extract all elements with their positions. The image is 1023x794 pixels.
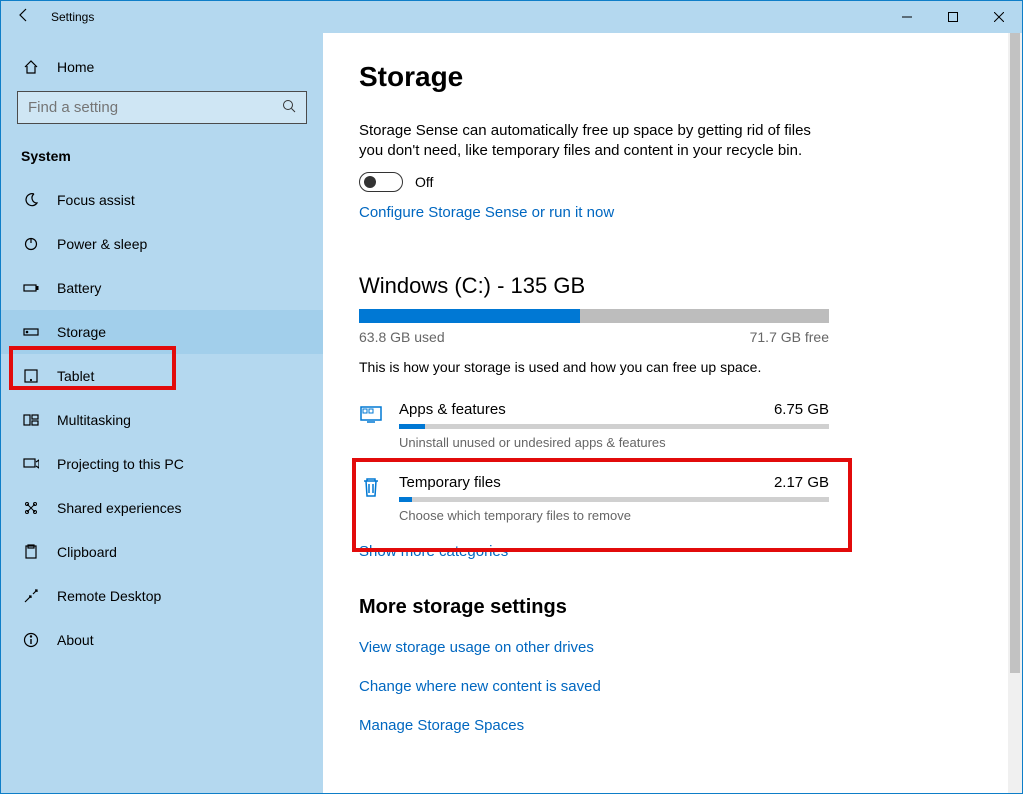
sidebar-item-power-sleep[interactable]: Power & sleep — [1, 222, 323, 266]
battery-icon — [23, 280, 39, 296]
drive-usage-fill — [359, 309, 580, 323]
content-area: Storage Storage Sense can automatically … — [323, 33, 1022, 793]
home-icon — [23, 59, 39, 75]
sidebar-item-label: Power & sleep — [57, 236, 147, 252]
sidebar-item-label: Tablet — [57, 368, 94, 384]
view-storage-other-drives-link[interactable]: View storage usage on other drives — [359, 639, 986, 656]
sidebar-item-battery[interactable]: Battery — [1, 266, 323, 310]
drive-usage-bar — [359, 309, 829, 323]
sidebar: Home System Focus assist Power & — [1, 33, 323, 793]
category-sub: Uninstall unused or undesired apps & fea… — [399, 435, 829, 450]
page-title: Storage — [359, 61, 986, 93]
window-title: Settings — [47, 10, 884, 24]
sidebar-item-about[interactable]: About — [1, 618, 323, 662]
change-where-content-saved-link[interactable]: Change where new content is saved — [359, 678, 986, 695]
sidebar-item-label: Clipboard — [57, 544, 117, 560]
manage-storage-spaces-link[interactable]: Manage Storage Spaces — [359, 717, 986, 734]
drive-free-label: 71.7 GB free — [750, 329, 829, 345]
power-icon — [23, 236, 39, 252]
sidebar-item-remote-desktop[interactable]: Remote Desktop — [1, 574, 323, 618]
scrollbar-track[interactable] — [1008, 33, 1022, 793]
sidebar-item-label: Projecting to this PC — [57, 456, 184, 472]
drive-title: Windows (C:) - 135 GB — [359, 273, 986, 299]
sidebar-item-clipboard[interactable]: Clipboard — [1, 530, 323, 574]
category-name: Apps & features — [399, 401, 506, 418]
category-size: 6.75 GB — [774, 401, 829, 418]
sidebar-item-label: Storage — [57, 324, 106, 340]
sidebar-item-storage[interactable]: Storage — [1, 310, 323, 354]
sidebar-item-projecting[interactable]: Projecting to this PC — [1, 442, 323, 486]
section-title: System — [1, 142, 323, 178]
info-icon — [23, 632, 39, 648]
search-input-wrap[interactable] — [17, 91, 307, 124]
sidebar-item-label: Focus assist — [57, 192, 135, 208]
toggle-state-label: Off — [415, 174, 433, 190]
shared-icon — [23, 500, 39, 516]
home-label: Home — [57, 59, 94, 75]
minimize-button[interactable] — [884, 1, 930, 33]
scrollbar-thumb[interactable] — [1010, 33, 1020, 673]
sidebar-item-label: About — [57, 632, 94, 648]
apps-icon — [359, 401, 383, 450]
sidebar-item-shared-experiences[interactable]: Shared experiences — [1, 486, 323, 530]
sidebar-item-label: Battery — [57, 280, 101, 296]
titlebar: Settings — [1, 1, 1022, 33]
sidebar-item-tablet[interactable]: Tablet — [1, 354, 323, 398]
close-button[interactable] — [976, 1, 1022, 33]
highlight-temporary-files — [352, 458, 852, 552]
clipboard-icon — [23, 544, 39, 560]
search-input[interactable] — [28, 99, 282, 116]
moon-icon — [23, 192, 39, 208]
storage-sense-description: Storage Sense can automatically free up … — [359, 121, 819, 162]
category-apps-features[interactable]: Apps & features 6.75 GB Uninstall unused… — [359, 397, 829, 450]
more-storage-heading: More storage settings — [359, 596, 986, 619]
sidebar-item-label: Shared experiences — [57, 500, 182, 516]
tablet-icon — [23, 368, 39, 384]
sidebar-item-label: Remote Desktop — [57, 588, 161, 604]
storage-icon — [23, 324, 39, 340]
home-nav[interactable]: Home — [1, 51, 323, 83]
remote-desktop-icon — [23, 588, 39, 604]
drive-used-label: 63.8 GB used — [359, 329, 445, 345]
sidebar-item-label: Multitasking — [57, 412, 131, 428]
maximize-button[interactable] — [930, 1, 976, 33]
multitasking-icon — [23, 412, 39, 428]
sidebar-item-multitasking[interactable]: Multitasking — [1, 398, 323, 442]
configure-storage-sense-link[interactable]: Configure Storage Sense or run it now — [359, 204, 986, 221]
drive-subdesc: This is how your storage is used and how… — [359, 359, 986, 375]
back-button[interactable] — [1, 7, 47, 28]
projecting-icon — [23, 456, 39, 472]
search-icon — [282, 99, 296, 116]
sidebar-item-focus-assist[interactable]: Focus assist — [1, 178, 323, 222]
storage-sense-toggle[interactable] — [359, 172, 403, 192]
